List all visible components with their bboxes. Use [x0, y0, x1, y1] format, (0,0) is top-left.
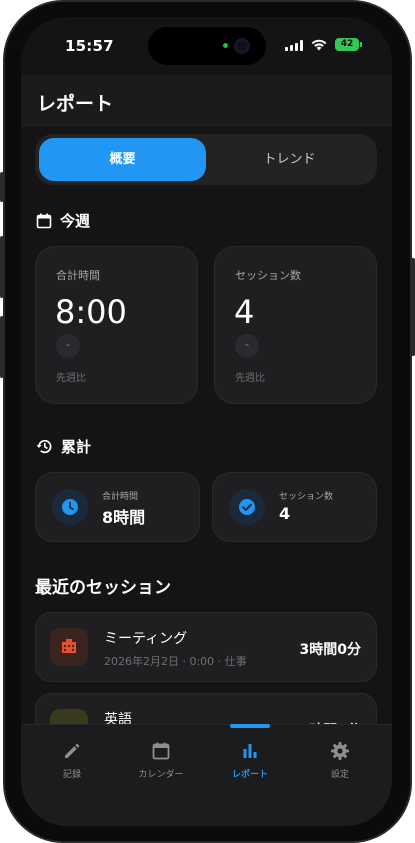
tab-calendar[interactable]: カレンダー	[115, 741, 207, 780]
volume-down-button	[0, 316, 4, 378]
change-badge: -	[235, 334, 259, 358]
compare-label: 先週比	[235, 373, 265, 384]
session-list-item[interactable]: ミーティング 2026年2月2日 · 0:00 · 仕事 3時間0分	[35, 612, 377, 682]
cumulative-label: 累計	[61, 438, 92, 456]
card-label: セッション数	[279, 492, 334, 502]
card-value: 4	[279, 504, 291, 523]
pencil-icon	[65, 743, 80, 758]
weekly-total-time-card: 合計時間 8:00 - 先週比	[35, 246, 198, 404]
app-screen: 15:57 42 レポート 概要 トレンド 今週 合計時間 8:00 - 先週比…	[21, 17, 392, 826]
clock-icon	[52, 489, 88, 525]
wifi-icon	[311, 39, 327, 51]
card-value: 8時間	[102, 508, 146, 527]
tab-label: 記録	[62, 770, 81, 780]
card-value: 8:00	[55, 293, 127, 331]
privacy-dot-icon	[223, 43, 228, 48]
gear-icon	[331, 742, 349, 760]
compare-label: 先週比	[56, 373, 86, 384]
weekly-session-count-card: セッション数 4 - 先週比	[214, 246, 377, 404]
session-meta: 2026年2月2日 · 0:00 · 仕事	[104, 655, 247, 668]
tab-trend[interactable]: トレンド	[206, 138, 373, 181]
status-bar: 15:57 42	[21, 17, 392, 75]
volume-up-button	[0, 236, 4, 298]
building-icon	[50, 628, 88, 666]
recent-sessions-heading: 最近のセッション	[35, 578, 171, 598]
cumulative-heading: 累計	[36, 436, 91, 457]
session-title: ミーティング	[104, 631, 188, 647]
cellular-signal-icon	[285, 40, 305, 51]
tab-label: レポート	[231, 770, 268, 780]
power-button	[411, 258, 415, 356]
tab-record[interactable]: 記録	[26, 741, 118, 780]
camera-icon	[234, 38, 250, 54]
dynamic-island	[148, 27, 266, 65]
calendar-icon	[152, 742, 170, 760]
change-badge: -	[56, 334, 80, 358]
action-button	[0, 172, 4, 202]
bottom-tab-bar: 記録 カレンダー レポート 設定	[21, 724, 392, 826]
status-time: 15:57	[65, 37, 114, 55]
cumulative-total-time-card: 合計時間 8時間	[35, 472, 200, 542]
tab-label: カレンダー	[138, 770, 184, 780]
tab-overview[interactable]: 概要	[39, 138, 206, 181]
card-label: 合計時間	[102, 492, 139, 502]
card-label: 合計時間	[56, 269, 100, 282]
card-value: 4	[234, 293, 255, 331]
battery-icon: 42	[335, 38, 362, 51]
page-title: レポート	[37, 93, 114, 115]
history-icon	[36, 439, 52, 454]
battery-level: 42	[340, 39, 354, 49]
card-label: セッション数	[235, 269, 301, 282]
this-week-label: 今週	[60, 212, 91, 230]
scroll-indicator	[230, 724, 270, 728]
tab-report[interactable]: レポート	[204, 741, 296, 780]
calendar-icon	[36, 213, 52, 228]
tab-settings[interactable]: 設定	[294, 741, 386, 780]
cumulative-session-count-card: セッション数 4	[212, 472, 377, 542]
bar-chart-icon	[243, 744, 257, 758]
report-segmented-control: 概要 トレンド	[35, 134, 377, 185]
this-week-heading: 今週	[36, 210, 90, 231]
tab-label: 設定	[330, 770, 349, 780]
check-circle-icon	[229, 489, 265, 525]
session-duration: 3時間0分	[299, 642, 361, 658]
